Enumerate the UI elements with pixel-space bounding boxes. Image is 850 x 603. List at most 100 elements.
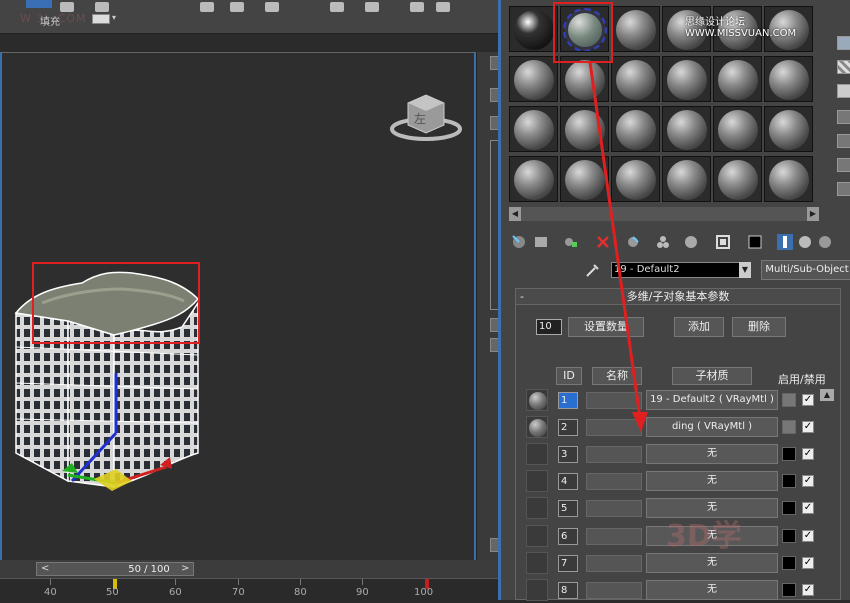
submaterial-thumbnail[interactable]	[526, 497, 548, 519]
material-slot[interactable]	[611, 56, 660, 102]
material-slot[interactable]	[713, 56, 762, 102]
put-to-library-icon[interactable]	[655, 234, 671, 250]
select-tool-button[interactable]	[26, 0, 52, 8]
submaterial-color-swatch[interactable]	[782, 474, 796, 488]
enable-checkbox[interactable]: ✓	[802, 421, 814, 433]
header-id[interactable]: ID	[556, 367, 582, 385]
eyedropper-icon[interactable]	[585, 262, 601, 278]
material-slot[interactable]	[611, 106, 660, 152]
submaterial-color-swatch[interactable]	[782, 420, 796, 434]
scroll-right-button[interactable]: ▶	[807, 207, 819, 221]
submaterial-id[interactable]: 3	[558, 446, 578, 463]
submaterial-color-swatch[interactable]	[782, 529, 796, 543]
submaterial-color-swatch[interactable]	[782, 447, 796, 461]
fill-dropdown-arrow[interactable]: ▾	[112, 13, 116, 22]
submaterial-name-field[interactable]	[586, 419, 642, 436]
submaterial-thumbnail[interactable]	[526, 552, 548, 574]
abc-icon[interactable]	[436, 2, 450, 12]
submaterial-thumbnail[interactable]	[526, 416, 548, 438]
delete-button[interactable]: 删除	[732, 317, 786, 337]
submaterial-button[interactable]: 无	[646, 444, 778, 464]
rollout-collapse-button[interactable]: -	[520, 289, 524, 305]
rollout-title[interactable]: - 多维/子对象基本参数	[516, 289, 840, 305]
submaterial-color-swatch[interactable]	[782, 501, 796, 515]
submaterial-name-field[interactable]	[586, 500, 642, 517]
uv-tiling-icon[interactable]	[837, 110, 850, 124]
enable-checkbox[interactable]: ✓	[802, 394, 814, 406]
go-forward-sibling-icon[interactable]	[797, 234, 813, 250]
get-material-icon[interactable]	[511, 234, 527, 250]
material-type-button[interactable]: Multi/Sub-Object	[761, 260, 850, 280]
show-map-icon[interactable]	[715, 234, 731, 250]
enable-checkbox[interactable]: ✓	[802, 530, 814, 542]
material-id-icon[interactable]	[683, 234, 699, 250]
spinner-snap-icon[interactable]	[265, 2, 279, 12]
chevron-down-icon[interactable]: ▼	[739, 262, 751, 278]
set-count-button[interactable]: 设置数量	[568, 317, 644, 337]
delete-icon[interactable]	[595, 234, 611, 250]
material-slot[interactable]	[509, 6, 558, 52]
header-name[interactable]: 名称	[592, 367, 642, 385]
submaterial-name-field[interactable]	[586, 582, 642, 599]
material-slot[interactable]	[713, 156, 762, 202]
video-check-icon[interactable]	[837, 134, 850, 148]
material-slot[interactable]	[662, 56, 711, 102]
submaterial-button[interactable]: 19 - Default2 ( VRayMtl )	[646, 390, 778, 410]
submaterial-id[interactable]: 4	[558, 473, 578, 490]
options-icon[interactable]	[837, 182, 850, 196]
align-icon[interactable]	[365, 2, 379, 12]
material-slot[interactable]	[713, 106, 762, 152]
material-slot[interactable]	[764, 156, 813, 202]
viewcube[interactable]: 左	[386, 89, 466, 145]
material-slot[interactable]	[764, 106, 813, 152]
layer-icon[interactable]	[95, 2, 109, 12]
submaterial-id[interactable]: 1	[558, 392, 578, 409]
material-slot[interactable]	[662, 106, 711, 152]
submaterial-button[interactable]: 无	[646, 553, 778, 573]
slot-grid-scrollbar[interactable]: ◀ ▶	[509, 207, 819, 221]
fill-color-swatch[interactable]	[92, 14, 110, 24]
enable-checkbox[interactable]: ✓	[802, 475, 814, 487]
submaterial-name-field[interactable]	[586, 555, 642, 572]
submaterial-id[interactable]: 5	[558, 500, 578, 517]
material-slot[interactable]	[560, 106, 609, 152]
submaterial-button[interactable]: 无	[646, 580, 778, 600]
material-slot[interactable]	[662, 156, 711, 202]
next-frame-button[interactable]: >	[181, 563, 189, 574]
submaterial-thumbnail[interactable]	[526, 443, 548, 465]
make-preview-icon[interactable]	[837, 158, 850, 172]
submaterial-name-field[interactable]	[586, 446, 642, 463]
submaterial-thumbnail[interactable]	[526, 525, 548, 547]
material-slot[interactable]	[611, 156, 660, 202]
material-name-field[interactable]: 19 - Default2	[611, 262, 747, 278]
enable-checkbox[interactable]: ✓	[802, 448, 814, 460]
snap-icon[interactable]	[200, 2, 214, 12]
rotate-icon[interactable]	[60, 2, 74, 12]
submaterial-button[interactable]: 无	[646, 471, 778, 491]
go-to-parent-icon[interactable]	[777, 234, 793, 250]
time-slider[interactable]: < 50 / 100 >	[36, 562, 194, 576]
submaterial-color-swatch[interactable]	[782, 583, 796, 597]
material-slot[interactable]	[764, 56, 813, 102]
scroll-left-button[interactable]: ◀	[509, 207, 521, 221]
background-icon[interactable]	[837, 84, 850, 98]
add-button[interactable]: 添加	[674, 317, 724, 337]
submaterial-button[interactable]: ding ( VRayMtl )	[646, 417, 778, 437]
material-slot[interactable]	[509, 106, 558, 152]
material-count-field[interactable]: 10	[536, 319, 562, 335]
submaterial-name-field[interactable]	[586, 528, 642, 545]
submaterial-name-field[interactable]	[586, 473, 642, 490]
submaterial-color-swatch[interactable]	[782, 393, 796, 407]
material-slot[interactable]	[509, 56, 558, 102]
enable-checkbox[interactable]: ✓	[802, 557, 814, 569]
prev-frame-button[interactable]: <	[41, 563, 49, 574]
submaterial-name-field[interactable]	[586, 392, 642, 409]
enable-checkbox[interactable]: ✓	[802, 502, 814, 514]
pause-icon[interactable]	[410, 2, 424, 12]
backlight-icon[interactable]	[837, 60, 850, 74]
material-slot[interactable]	[509, 156, 558, 202]
show-end-result-icon[interactable]	[747, 234, 763, 250]
header-submaterial[interactable]: 子材质	[672, 367, 752, 385]
submaterial-id[interactable]: 6	[558, 528, 578, 545]
material-slot[interactable]	[611, 6, 660, 52]
